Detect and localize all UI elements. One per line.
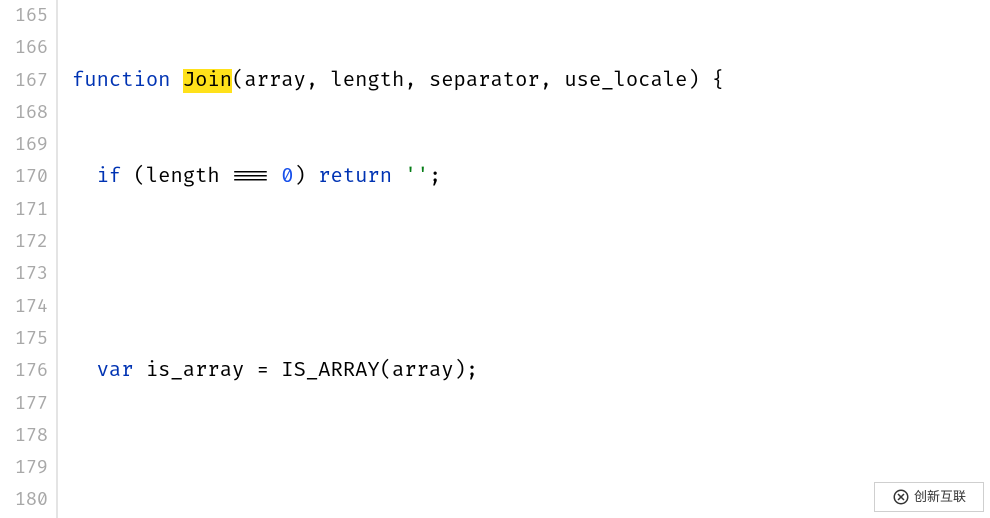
code-text: (length === — [121, 165, 281, 189]
line-number: 179 — [0, 452, 48, 484]
logo-icon — [892, 488, 910, 506]
line-number: 172 — [0, 226, 48, 258]
line-number: 166 — [0, 32, 48, 64]
code-editor[interactable]: 165 166 167 168 169 170 171 172 173 174 … — [0, 0, 990, 518]
line-number: 167 — [0, 65, 48, 97]
code-area[interactable]: function Join(array, length, separator, … — [58, 0, 888, 518]
line-number: 165 — [0, 0, 48, 32]
code-line[interactable]: function Join(array, length, separator, … — [72, 65, 888, 97]
code-line[interactable] — [72, 258, 888, 290]
line-number: 176 — [0, 355, 48, 387]
code-text: ) — [294, 165, 319, 189]
line-number: 177 — [0, 388, 48, 420]
line-number-gutter: 165 166 167 168 169 170 171 172 173 174 … — [0, 0, 56, 518]
line-number: 171 — [0, 194, 48, 226]
line-number: 169 — [0, 129, 48, 161]
code-text: ; — [429, 165, 441, 189]
line-number: 170 — [0, 161, 48, 193]
number-literal: 0 — [281, 165, 293, 189]
code-line[interactable] — [72, 452, 888, 484]
code-text: (array, length, separator, use_locale) { — [232, 69, 724, 93]
code-line[interactable]: if (length === 0) return ''; — [72, 161, 888, 193]
line-number: 168 — [0, 97, 48, 129]
function-name-highlighted: Join — [183, 69, 232, 93]
line-number: 178 — [0, 420, 48, 452]
line-number: 180 — [0, 484, 48, 516]
space — [392, 165, 404, 189]
line-number: 175 — [0, 323, 48, 355]
line-number: 173 — [0, 258, 48, 290]
keyword-function: function — [72, 69, 170, 93]
indent — [72, 165, 97, 189]
line-number: 174 — [0, 291, 48, 323]
keyword-return: return — [318, 165, 392, 189]
watermark-text: 创新互联 — [914, 481, 966, 513]
code-text: is_array = IS_ARRAY(array); — [134, 359, 479, 383]
watermark-badge: 创新互联 — [874, 482, 984, 512]
indent — [72, 359, 97, 383]
keyword-var: var — [97, 359, 134, 383]
code-line[interactable]: var is_array = IS_ARRAY(array); — [72, 355, 888, 387]
keyword-if: if — [97, 165, 122, 189]
string-literal: '' — [404, 165, 429, 189]
